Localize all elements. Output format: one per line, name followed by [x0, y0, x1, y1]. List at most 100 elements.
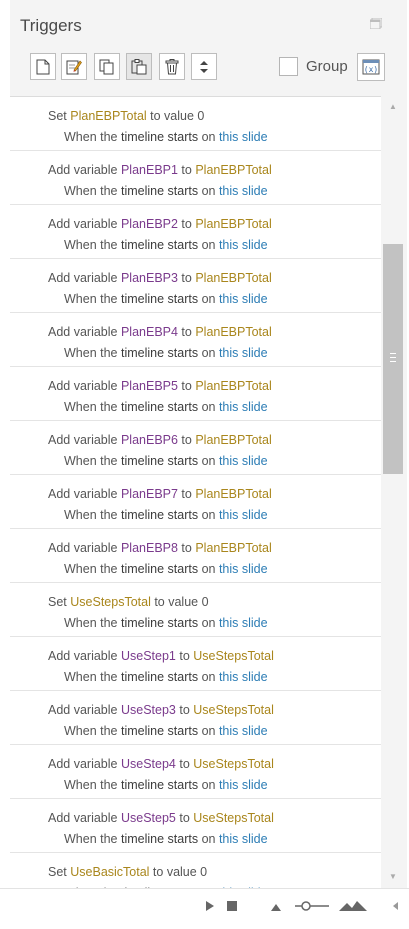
trigger-text-segment: UseStepsTotal [193, 649, 274, 663]
trigger-condition: When the timeline starts on this slide [48, 451, 381, 472]
trigger-object-link[interactable]: this slide [219, 616, 268, 630]
trigger-text-segment: timeline starts [120, 238, 199, 252]
trigger-text-segment: PlanEBPTotal [195, 433, 272, 447]
trigger-object-link[interactable]: this slide [219, 562, 268, 576]
trash-icon [165, 58, 179, 74]
trigger-text-segment: on [198, 346, 219, 360]
trigger-text-segment: PlanEBPTotal [195, 271, 272, 285]
zoom-out-mountain-icon[interactable] [270, 899, 286, 913]
trigger-row[interactable]: Set UseBasicTotal to value 0When the tim… [10, 853, 381, 889]
trigger-row[interactable]: Add variable PlanEBP1 to PlanEBPTotal Whe… [10, 151, 381, 205]
trigger-object-link[interactable]: this slide [219, 238, 268, 252]
trigger-text-segment: When the [64, 562, 121, 576]
trigger-text-segment: UseStep1 [120, 649, 176, 663]
paste-trigger-button[interactable] [126, 53, 152, 80]
trigger-text-segment: on [198, 292, 219, 306]
trigger-text-segment: to [175, 811, 194, 825]
scroll-down-arrow-icon[interactable]: ▼ [383, 868, 403, 886]
trigger-row[interactable]: Add variable PlanEBP5 to PlanEBPTotal Whe… [10, 367, 381, 421]
trigger-action: Add variable PlanEBP3 to PlanEBPTotal [48, 268, 381, 289]
trigger-object-link[interactable]: this slide [219, 724, 268, 738]
trigger-text-segment: PlanEBP7 [120, 487, 178, 501]
trigger-row[interactable]: Add variable PlanEBP7 to PlanEBPTotal Whe… [10, 475, 381, 529]
scroll-up-arrow-icon[interactable]: ▲ [383, 98, 403, 116]
copy-trigger-button[interactable] [94, 53, 120, 80]
trigger-text-segment: PlanEBP8 [120, 541, 178, 555]
trigger-object-link[interactable]: this slide [219, 292, 268, 306]
trigger-row[interactable]: Add variable PlanEBP3 to PlanEBPTotal Whe… [10, 259, 381, 313]
scroll-left-icon[interactable] [391, 899, 401, 913]
trigger-text-segment: Set [48, 865, 71, 879]
trigger-text-segment: When the [64, 508, 121, 522]
trigger-condition: When the timeline starts on this slide [48, 829, 381, 850]
trigger-text-segment: Add variable [48, 487, 121, 501]
trigger-text-segment: on [198, 670, 219, 684]
trigger-text-segment: When the [64, 454, 121, 468]
trigger-object-link[interactable]: this slide [219, 778, 268, 792]
move-trigger-updown-button[interactable] [191, 53, 217, 80]
trigger-condition: When the timeline starts on this slide [48, 397, 381, 418]
stop-icon[interactable] [226, 899, 238, 913]
trigger-condition: When the timeline starts on this slide [48, 559, 381, 580]
trigger-text-segment: When the [64, 292, 121, 306]
new-document-icon [36, 59, 50, 74]
trigger-text-segment: PlanEBP3 [120, 271, 178, 285]
trigger-text-segment: PlanEBPTotal [195, 379, 272, 393]
trigger-object-link[interactable]: this slide [219, 400, 268, 414]
trigger-text-segment: PlanEBP5 [120, 379, 178, 393]
trigger-row[interactable]: Add variable UseStep1 to UseStepsTotal Wh… [10, 637, 381, 691]
trigger-text-segment: timeline starts [120, 454, 199, 468]
edit-trigger-button[interactable] [61, 53, 87, 80]
trigger-text-segment: to value 0 [146, 109, 205, 123]
new-trigger-button[interactable] [30, 53, 56, 80]
trigger-text-segment: on [198, 724, 219, 738]
delete-trigger-button[interactable] [159, 53, 185, 80]
trigger-row[interactable]: Set PlanEBPTotal to value 0 When the time… [10, 97, 381, 151]
trigger-text-segment: UseStepsTotal [193, 811, 274, 825]
group-checkbox[interactable] [279, 57, 298, 76]
trigger-text-segment: When the [64, 238, 121, 252]
trigger-row[interactable]: Add variable UseStep3 to UseStepsTotal Wh… [10, 691, 381, 745]
trigger-action: Add variable PlanEBP4 to PlanEBPTotal [48, 322, 381, 343]
timeline-toolbar [0, 888, 409, 929]
scrollbar-thumb[interactable] [383, 244, 403, 474]
trigger-object-link[interactable]: this slide [219, 130, 268, 144]
trigger-object-link[interactable]: this slide [219, 832, 268, 846]
trigger-action: Add variable PlanEBP7 to PlanEBPTotal [48, 484, 381, 505]
panel-pin-icon[interactable] [370, 18, 382, 29]
trigger-object-link[interactable]: this slide [219, 184, 268, 198]
trigger-text-segment: PlanEBPTotal [195, 541, 272, 555]
zoom-in-mountain-icon[interactable] [338, 899, 368, 913]
trigger-text-segment: on [198, 400, 219, 414]
trigger-row[interactable]: Add variable PlanEBP6 to PlanEBPTotal Whe… [10, 421, 381, 475]
trigger-row[interactable]: Add variable PlanEBP8 to PlanEBPTotal Whe… [10, 529, 381, 583]
trigger-text-segment: UseStepsTotal [193, 703, 274, 717]
trigger-row[interactable]: Add variable PlanEBP2 to PlanEBPTotal Whe… [10, 205, 381, 259]
trigger-text-segment: When the [64, 778, 121, 792]
trigger-list-scrollbar[interactable]: ▲ ▼ [383, 96, 403, 888]
trigger-text-segment: UseBasicTotal [70, 865, 150, 879]
trigger-text-segment: to value 0 [149, 865, 208, 879]
trigger-condition: When the timeline starts on this slide [48, 181, 381, 202]
trigger-object-link[interactable]: this slide [219, 508, 268, 522]
play-icon[interactable] [204, 899, 216, 913]
trigger-text-segment: to [177, 163, 196, 177]
trigger-text-segment: Add variable [48, 811, 121, 825]
trigger-row[interactable]: Add variable UseStep4 to UseStepsTotal Wh… [10, 745, 381, 799]
trigger-text-segment: PlanEBPTotal [195, 487, 272, 501]
trigger-action: Add variable PlanEBP5 to PlanEBPTotal [48, 376, 381, 397]
trigger-text-segment: UseStep4 [120, 757, 176, 771]
zoom-slider-icon[interactable] [294, 899, 330, 913]
trigger-action: Set PlanEBPTotal to value 0 [48, 106, 381, 127]
trigger-row[interactable]: Add variable UseStep5 to UseStepsTotal Wh… [10, 799, 381, 853]
up-down-arrows-icon [200, 60, 208, 73]
manage-variables-button[interactable]: (x) [357, 53, 385, 81]
trigger-row[interactable]: Add variable PlanEBP4 to PlanEBPTotal Whe… [10, 313, 381, 367]
trigger-object-link[interactable]: this slide [219, 346, 268, 360]
trigger-object-link[interactable]: this slide [219, 454, 268, 468]
trigger-text-segment: on [198, 238, 219, 252]
trigger-object-link[interactable]: this slide [219, 670, 268, 684]
trigger-text-segment: timeline starts [120, 130, 199, 144]
trigger-text-segment: When the [64, 832, 121, 846]
trigger-row[interactable]: Set UseStepsTotal to value 0 When the tim… [10, 583, 381, 637]
